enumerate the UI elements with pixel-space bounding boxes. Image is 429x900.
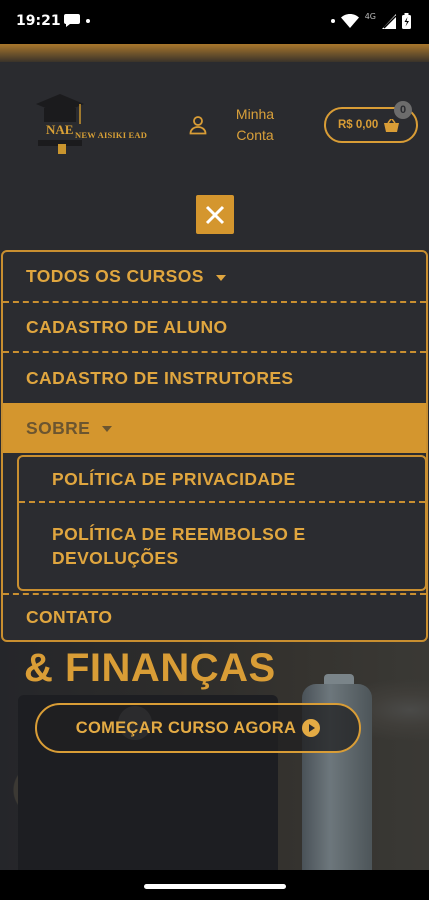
basket-icon	[384, 118, 400, 132]
site-logo[interactable]: NAE	[34, 94, 164, 158]
play-circle-icon	[302, 719, 321, 737]
submenu-item-politica-de-privacidade[interactable]: POLÍTICA DE PRIVACIDADE	[19, 457, 425, 503]
cart-price: R$ 0,00	[338, 119, 379, 131]
signal-icon	[382, 13, 396, 29]
cart-button[interactable]: R$ 0,00 0	[324, 101, 418, 143]
account-link[interactable]: Minha Conta	[188, 104, 280, 146]
menu-item-todos-os-cursos[interactable]: TODOS OS CURSOS	[3, 252, 426, 303]
caret-down-icon	[215, 274, 226, 281]
system-icons: 4G	[330, 11, 411, 29]
submenu-item-label: POLÍTICA DE PRIVACIDADE	[52, 469, 296, 489]
logo-initials: NAE	[46, 122, 74, 137]
submenu-item-label-line2: DEVOLUÇÕES	[52, 548, 179, 568]
chat-icon	[64, 14, 80, 27]
status-dot	[330, 19, 335, 23]
menu-item-cadastro-de-aluno[interactable]: CADASTRO DE ALUNO	[3, 303, 426, 353]
close-icon	[205, 205, 225, 224]
top-strip	[0, 44, 429, 62]
network-type: 4G	[364, 11, 376, 21]
menu-item-label: CONTATO	[26, 607, 113, 627]
hero-headline: & FINANÇAS	[24, 646, 276, 690]
account-label-line2: Conta	[236, 127, 274, 143]
menu-item-cadastro-de-instrutores[interactable]: CADASTRO DE INSTRUTORES	[3, 353, 426, 403]
nav-menu: TODOS OS CURSOS CADASTRO DE ALUNO CADAST…	[1, 250, 428, 642]
account-label: Minha Conta	[230, 104, 280, 146]
logo-brand: NEW AISIKI EAD	[75, 130, 148, 140]
menu-item-sobre[interactable]: SOBRE	[3, 403, 426, 453]
home-indicator[interactable]	[144, 884, 286, 889]
menu-item-label: TODOS OS CURSOS	[26, 266, 204, 286]
submenu-item-label-line1: POLÍTICA DE REEMBOLSO E	[52, 524, 306, 544]
start-course-label: COMEÇAR CURSO AGORA	[75, 718, 297, 737]
web-page: NAE NEW AISIKI EAD Minha Conta R$ 0,00 0	[0, 44, 429, 870]
hero-section: & FINANÇAS COMEÇAR CURSO AGORA	[0, 640, 429, 870]
system-nav-bar	[0, 870, 429, 900]
submenu-item-politica-de-reembolso[interactable]: POLÍTICA DE REEMBOLSO E DEVOLUÇÕES	[19, 503, 425, 589]
wifi-icon	[340, 14, 359, 28]
menu-item-label: CADASTRO DE INSTRUTORES	[26, 367, 294, 388]
notification-dot	[86, 18, 90, 23]
status-bar: 19:21 4G	[0, 0, 429, 44]
start-course-button[interactable]: COMEÇAR CURSO AGORA	[35, 703, 361, 753]
close-menu-button[interactable]	[196, 195, 234, 234]
status-time: 19:21	[16, 13, 61, 29]
notification-icons	[64, 14, 90, 27]
caret-down-icon	[102, 426, 113, 432]
cart-count-badge: 0	[394, 101, 412, 119]
menu-item-label: SOBRE	[26, 417, 91, 438]
account-label-line1: Minha	[235, 106, 275, 122]
menu-item-label: CADASTRO DE ALUNO	[26, 316, 228, 337]
submenu-sobre: POLÍTICA DE PRIVACIDADE POLÍTICA DE REEM…	[17, 455, 426, 591]
menu-item-contato[interactable]: CONTATO	[3, 593, 426, 640]
battery-icon	[402, 13, 411, 29]
user-icon	[189, 116, 207, 135]
